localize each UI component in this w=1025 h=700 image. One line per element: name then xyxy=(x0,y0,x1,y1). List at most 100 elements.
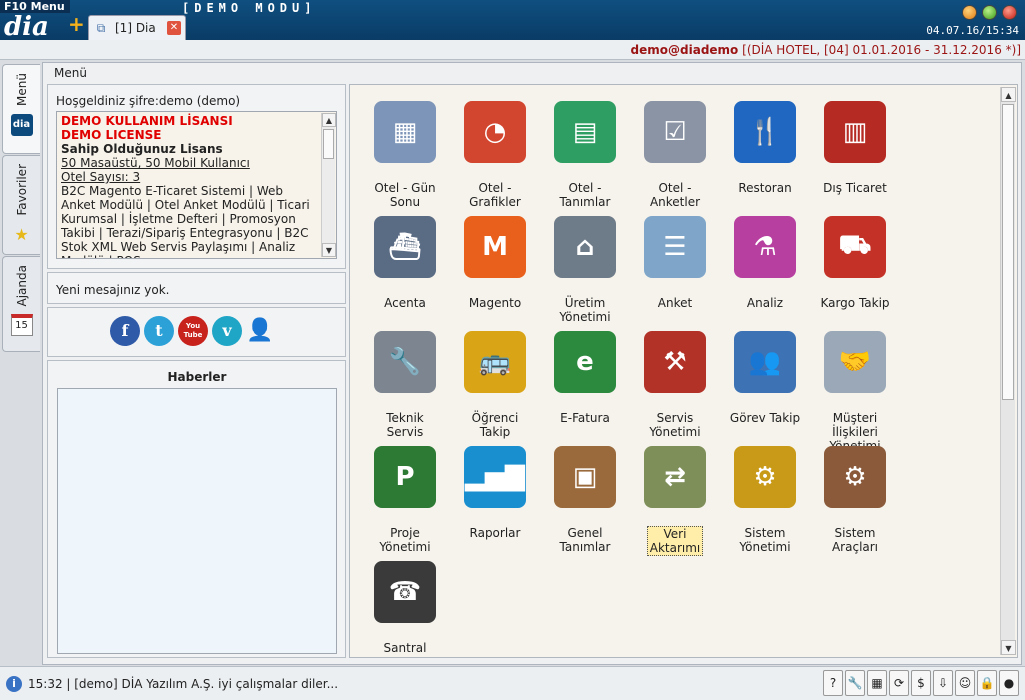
youtube-icon[interactable]: You Tube xyxy=(178,316,208,346)
download-icon[interactable]: ⇩ xyxy=(933,670,953,696)
stacked-folders-icon: ▤ xyxy=(554,101,616,163)
refresh-icon[interactable]: ⟳ xyxy=(889,670,909,696)
add-tab-icon[interactable]: + xyxy=(68,14,85,34)
minimize-button[interactable] xyxy=(962,5,977,20)
currency-icon[interactable]: $ xyxy=(911,670,931,696)
vtab-favorites-label: Favoriler xyxy=(14,164,29,216)
calculator-icon[interactable]: ▦ xyxy=(867,670,887,696)
module-tile[interactable]: ⚙ Sistem Yönetimi xyxy=(720,446,810,554)
grid-scrollbar[interactable]: ▲ ▼ xyxy=(1000,87,1016,655)
info-bar: demo@diademo [(DİA HOTEL, [04] 01.01.201… xyxy=(0,40,1025,60)
vimeo-icon[interactable]: v xyxy=(212,316,242,346)
module-tile[interactable]: ⇄ Veri Aktarımı xyxy=(630,446,720,556)
survey-document-icon: ☰ xyxy=(644,216,706,278)
help-icon[interactable]: ? xyxy=(823,670,843,696)
module-tile[interactable]: ⛟ Kargo Takip xyxy=(810,216,900,310)
module-tile-label: Görev Takip xyxy=(729,411,801,425)
module-tile-label: Analiz xyxy=(746,296,784,310)
module-tile-label: Otel - Grafikler xyxy=(469,181,521,209)
close-window-button[interactable] xyxy=(1002,5,1017,20)
module-tile[interactable]: ▤ Otel - Tanımlar xyxy=(540,101,630,209)
module-tile[interactable]: ▦ Otel - Gün Sonu xyxy=(360,101,450,209)
welcome-title: Hoşgeldiniz şifre:demo (demo) xyxy=(56,94,241,108)
vtab-favorites[interactable]: Favoriler ★ xyxy=(2,155,40,255)
calendar-icon: 15 xyxy=(10,314,33,337)
module-tile[interactable]: 🚌 Öğrenci Takip xyxy=(450,331,540,439)
module-tile[interactable]: ☎ Santral xyxy=(360,561,450,655)
module-tile[interactable]: ▂▅▇ Raporlar xyxy=(450,446,540,540)
module-tile[interactable]: ▥ Dış Ticaret xyxy=(810,101,900,195)
module-tile[interactable]: ☰ Anket xyxy=(630,216,720,310)
social-links: f t You Tube v 👤 xyxy=(110,316,273,346)
module-tile[interactable]: e E-Fatura xyxy=(540,331,630,425)
module-tile-label: Magento xyxy=(468,296,522,310)
power-icon[interactable]: ● xyxy=(999,670,1019,696)
twitter-icon[interactable]: t xyxy=(144,316,174,346)
scroll-thumb[interactable] xyxy=(1002,104,1014,400)
module-tile[interactable]: 🤝Müşteri İlişkileri Yönetimi xyxy=(810,331,900,453)
scroll-up-icon[interactable]: ▲ xyxy=(1001,87,1016,102)
maximize-button[interactable] xyxy=(982,5,997,20)
handshake-icon: 🤝 xyxy=(824,331,886,393)
module-tile[interactable]: ◔ Otel - Grafikler xyxy=(450,101,540,209)
module-tile-label: Öğrenci Takip xyxy=(471,411,519,439)
module-tile[interactable]: ⚒ Servis Yönetimi xyxy=(630,331,720,439)
facebook-icon[interactable]: f xyxy=(110,316,140,346)
module-tile[interactable]: ⚙ Sistem Araçları xyxy=(810,446,900,554)
license-demo-tr: DEMO KULLANIM LİSANSI xyxy=(61,114,233,128)
module-tile[interactable]: 👥 Görev Takip xyxy=(720,331,810,425)
module-tile-label: Acenta xyxy=(384,296,426,310)
pie-chart-icon: ◔ xyxy=(464,101,526,163)
tab-label: [1] Dia xyxy=(115,21,156,35)
scroll-down-icon[interactable]: ▼ xyxy=(322,243,336,257)
module-tile[interactable]: P Proje Yönetimi xyxy=(360,446,450,554)
shipping-container-icon: ▥ xyxy=(824,101,886,163)
lock-icon[interactable]: 🔒 xyxy=(977,670,997,696)
smiley-icon[interactable]: ☺ xyxy=(955,670,975,696)
status-bar: i 15:32 | [demo] DİA Yazılım A.Ş. iyi ça… xyxy=(0,666,1025,700)
checklist-icon: ☑ xyxy=(644,101,706,163)
vtab-agenda[interactable]: Ajanda 15 xyxy=(2,256,40,352)
data-transfer-icon: ⇄ xyxy=(644,446,706,508)
magento-icon: M xyxy=(464,216,526,278)
scroll-thumb[interactable] xyxy=(323,129,334,159)
gear-box-icon: ⚙ xyxy=(824,446,886,508)
wrench-icon: 🔧 xyxy=(374,331,436,393)
module-tile[interactable]: M Magento xyxy=(450,216,540,310)
project-p-icon: P xyxy=(374,446,436,508)
module-tile-label: Proje Yönetimi xyxy=(379,526,431,554)
people-icon: 👥 xyxy=(734,331,796,393)
window-controls xyxy=(962,5,1017,20)
license-hotel-count: Otel Sayısı: 3 xyxy=(61,170,141,184)
module-tile-label: E-Fatura xyxy=(560,411,610,425)
tools-cross-icon: ⚒ xyxy=(644,331,706,393)
module-tile[interactable]: ☑ Otel - Anketler xyxy=(630,101,720,209)
news-box[interactable] xyxy=(57,388,337,654)
module-tile[interactable]: 🍴 Restoran xyxy=(720,101,810,195)
close-icon[interactable]: ✕ xyxy=(167,21,181,35)
message-text: Yeni mesajınız yok. xyxy=(56,283,170,297)
module-tile-label: Santral xyxy=(383,641,427,655)
module-tile-label: Restoran xyxy=(738,181,792,195)
license-box[interactable]: DEMO KULLANIM LİSANSI DEMO LICENSE Sahip… xyxy=(56,111,337,259)
gears-icon: ⚙ xyxy=(734,446,796,508)
scroll-down-icon[interactable]: ▼ xyxy=(1001,640,1016,655)
module-tile[interactable]: ⛴ Acenta xyxy=(360,216,450,310)
vtab-menu-label: Menü xyxy=(14,73,29,106)
module-tile[interactable]: ⌂ Üretim Yönetimi xyxy=(540,216,630,324)
license-users: 50 Masaüstü, 50 Mobil Kullanıcı xyxy=(61,156,250,170)
tab-dia[interactable]: ⧉ [1] Dia ✕ xyxy=(88,15,186,40)
firm-period: [(DİA HOTEL, [04] 01.01.2016 - 31.12.201… xyxy=(742,43,1021,57)
settings-tools-icon[interactable]: 🔧 xyxy=(845,670,865,696)
module-tile[interactable]: 🔧 Teknik Servis xyxy=(360,331,450,439)
support-person-icon[interactable]: 👤 xyxy=(246,316,273,346)
module-tile-label: Teknik Servis xyxy=(386,411,424,439)
scroll-up-icon[interactable]: ▲ xyxy=(322,113,336,127)
tab-window-icon: ⧉ xyxy=(96,21,106,35)
license-scrollbar[interactable]: ▲ ▼ xyxy=(321,113,336,257)
module-tile-label: Otel - Tanımlar xyxy=(559,181,611,209)
module-tile[interactable]: ⚗ Analiz xyxy=(720,216,810,310)
module-tile-label: Otel - Gün Sonu xyxy=(374,181,436,209)
module-tile[interactable]: ▣ Genel Tanımlar xyxy=(540,446,630,554)
vtab-menu[interactable]: Menü dia xyxy=(2,64,40,154)
